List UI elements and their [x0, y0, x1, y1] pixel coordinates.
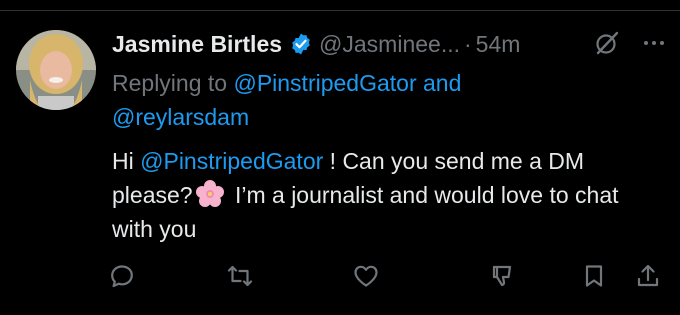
display-name[interactable]: Jasmine Birtles — [112, 31, 282, 58]
reply-mention-1[interactable]: @PinstripedGator — [233, 70, 416, 96]
replying-to: Replying to @PinstripedGator and @reylar… — [112, 66, 668, 134]
verified-badge-icon[interactable] — [289, 32, 313, 56]
tweet-mention[interactable]: @PinstripedGator — [140, 148, 323, 174]
tweet-content: Jasmine Birtles @Jasminee... · 54m Reply… — [112, 26, 668, 246]
header-icons — [594, 30, 666, 56]
tweet-text-part1: Hi — [112, 148, 141, 174]
cherry-blossom-icon — [195, 179, 225, 209]
reply-mention-2[interactable]: @reylarsdam — [112, 104, 249, 130]
bookmark-icon[interactable] — [580, 262, 608, 290]
timestamp[interactable]: 54m — [476, 31, 521, 58]
dislike-icon[interactable] — [488, 262, 516, 290]
reply-and[interactable]: and — [423, 70, 461, 96]
tweet-header: Jasmine Birtles @Jasminee... · 54m — [112, 26, 668, 62]
replying-prefix: Replying to — [112, 70, 228, 96]
action-bar — [108, 262, 664, 292]
grok-icon[interactable] — [594, 30, 620, 56]
tweet-text: Hi @PinstripedGator ! Can you send me a … — [112, 144, 657, 246]
share-icon[interactable] — [634, 262, 662, 290]
separator-dot: · — [464, 30, 472, 57]
top-divider — [0, 10, 680, 11]
like-icon[interactable] — [352, 262, 380, 290]
more-icon[interactable] — [642, 31, 666, 55]
avatar[interactable] — [16, 30, 96, 110]
reply-icon[interactable] — [108, 262, 136, 290]
handle[interactable]: @Jasminee... — [319, 31, 460, 58]
retweet-icon[interactable] — [226, 262, 254, 290]
